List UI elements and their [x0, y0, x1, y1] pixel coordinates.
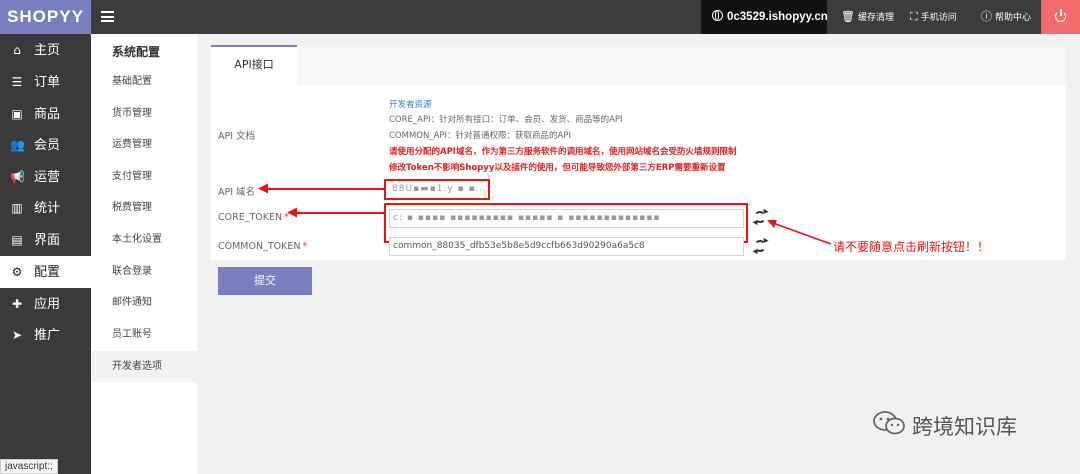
subnav-shipping[interactable]: 运费管理: [91, 129, 197, 160]
box-icon: ▣: [11, 107, 23, 121]
watermark: 跨境知识库: [872, 410, 1017, 441]
doc-common-api: COMMON_API：针对普通权限：获取商品的API: [389, 131, 571, 141]
api-domain-label: API 域名: [218, 187, 256, 198]
nav-item-operations[interactable]: 📢 运营: [0, 161, 91, 193]
send-icon: ➤: [11, 328, 23, 342]
developer-resources-link[interactable]: 开发者资源: [389, 98, 432, 110]
expand-icon: ⛶: [910, 10, 918, 23]
submit-button[interactable]: 提交: [218, 267, 312, 295]
subnav-payment[interactable]: 支付管理: [91, 161, 197, 192]
globe-icon: [712, 9, 723, 21]
subnav-basic-config[interactable]: 基础配置: [91, 66, 197, 97]
menu-toggle-icon[interactable]: [101, 11, 114, 22]
mobile-access-button[interactable]: ⛶ 手机访问: [910, 0, 957, 34]
tab-api[interactable]: API接口: [211, 45, 297, 85]
api-domain-value: 88U▪▬▪1.y ▪ ▪... m: [389, 181, 489, 200]
logo[interactable]: SHOPYY: [0, 0, 91, 34]
subnav-tax[interactable]: 税费管理: [91, 192, 197, 223]
nav-item-orders[interactable]: ☰ 订单: [0, 66, 91, 98]
layout-icon: ▤: [11, 233, 23, 247]
refresh-annotation-arrow: [767, 220, 832, 245]
api-domain-arrow: [264, 188, 384, 190]
doc-core-api: CORE_API：针对所有接口：订单、会员、发货、商品等的API: [389, 115, 623, 125]
subnav-currency[interactable]: 货币管理: [91, 98, 197, 129]
cache-clear-button[interactable]: 🗑 缓存清理: [841, 0, 894, 34]
core-token-arrow: [293, 212, 384, 214]
home-icon: ⌂: [13, 43, 21, 57]
common-token-input[interactable]: common_88035_dfb53e5b8e5d9ccfb663d90290a…: [389, 237, 744, 256]
core-token-input[interactable]: c: ▪ ▪▪▪▪ ▪▪▪▪▪▪▪▪▪ ▪▪▪▪▪ ▪ ▪▪▪▪▪▪▪▪▪▪▪▪…: [389, 209, 744, 228]
gear-icon: ⚙: [11, 265, 23, 279]
doc-warning-domain: 请使用分配的API域名，作为第三方服务软件的调用域名，使用网站域名会受防火墙规则…: [389, 147, 737, 157]
nav-item-apps[interactable]: ✚ 应用: [0, 288, 91, 320]
core-token-arrowhead: [287, 207, 297, 218]
help-icon: ⓘ: [981, 10, 992, 23]
core-token-label: CORE_TOKEN *: [218, 212, 289, 223]
api-domain-arrowhead: [258, 183, 268, 194]
settings-sidebar: 系统配置 基础配置 货币管理 运费管理 支付管理 税费管理 本土化设置 联合登录…: [91, 34, 197, 474]
help-center-button[interactable]: ⓘ 帮助中心: [981, 0, 1031, 34]
doc-warning-token: 修改Token不影响Shopyy以及插件的使用，但可能导致您外部第三方ERP需要…: [389, 163, 726, 173]
nav-item-interface[interactable]: ▤ 界面: [0, 224, 91, 256]
subnav-email-notify[interactable]: 邮件通知: [91, 287, 197, 318]
tab-strip: [211, 45, 1066, 85]
order-icon: ☰: [11, 75, 23, 89]
nav-item-home[interactable]: ⌂ 主页: [0, 34, 91, 66]
common-token-label: COMMON_TOKEN *: [218, 241, 308, 252]
store-domain[interactable]: 0c3529.ishopyy.cn: [701, 0, 828, 34]
puzzle-icon: ✚: [11, 297, 23, 311]
nav-item-products[interactable]: ▣ 商品: [0, 98, 91, 130]
megaphone-icon: 📢: [10, 170, 25, 184]
nav-item-members[interactable]: 👥 会员: [0, 129, 91, 161]
refresh-warning-note: 请不要随意点击刷新按钮！！: [833, 240, 990, 254]
subnav-developer-options[interactable]: 开发者选项: [91, 351, 197, 382]
status-bar: javascript:;: [0, 459, 58, 474]
nav-item-config[interactable]: ⚙ 配置: [0, 256, 91, 288]
nav-item-promotion[interactable]: ➤ 推广: [0, 319, 91, 351]
bar-chart-icon: ▥: [11, 201, 23, 215]
trash-icon: 🗑: [841, 10, 855, 23]
subnav-social-login[interactable]: 联合登录: [91, 256, 197, 287]
nav-item-statistics[interactable]: ▥ 统计: [0, 192, 91, 224]
logout-button[interactable]: [1041, 0, 1080, 34]
wechat-icon: [873, 411, 905, 435]
api-doc-label: API 文档: [218, 131, 256, 142]
subnav-staff-accounts[interactable]: 员工账号: [91, 319, 197, 350]
subnav-localization[interactable]: 本土化设置: [91, 224, 197, 255]
users-icon: 👥: [10, 138, 25, 152]
settings-title: 系统配置: [112, 45, 161, 59]
